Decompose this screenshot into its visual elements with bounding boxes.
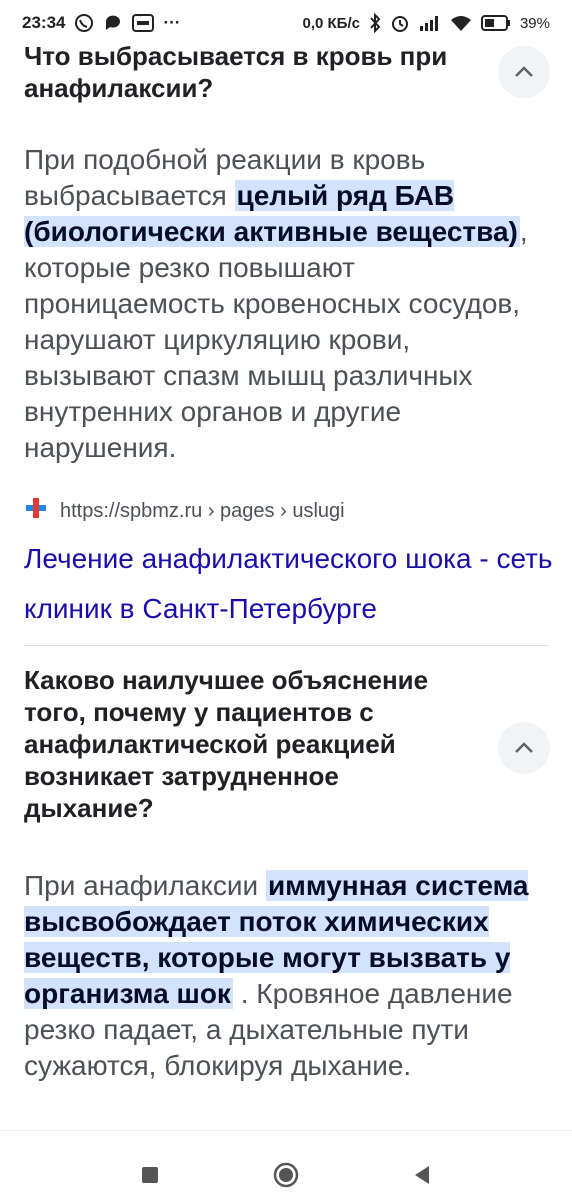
signal-icon	[419, 15, 441, 31]
chevron-up-icon	[515, 66, 533, 77]
battery-icon	[480, 15, 511, 31]
answer-text-pre: При анафилаксии	[24, 870, 266, 901]
home-button[interactable]	[268, 1157, 304, 1193]
viber-icon	[74, 13, 94, 33]
battery-percent: 39%	[519, 14, 550, 32]
source-url: https://spbmz.ru › pages › uslugi	[60, 499, 345, 522]
divider	[0, 1130, 572, 1131]
more-notifications: ···	[163, 13, 181, 32]
divider	[24, 645, 548, 646]
chat-icon	[103, 13, 123, 33]
answer-text: При анафилаксии иммунная система высвобо…	[24, 868, 544, 1084]
site-favicon-icon	[24, 496, 48, 526]
navigation-bar	[0, 1150, 572, 1200]
recent-apps-button[interactable]	[132, 1157, 168, 1193]
network-speed: 0,0 КБ/с	[302, 14, 360, 32]
question-title[interactable]: Что выбрасывается в кровь при анафилакси…	[24, 40, 464, 104]
status-time: 23:34	[22, 13, 66, 32]
answer-text-post: , которые резко повышают проницаемость к…	[24, 216, 528, 463]
recent-apps-icon	[142, 1167, 158, 1183]
wifi-icon	[450, 14, 472, 32]
alarm-icon	[390, 13, 410, 33]
collapse-button[interactable]	[498, 46, 550, 98]
chevron-up-icon	[515, 742, 533, 753]
source-title-link[interactable]: Лечение анафилактического шока - сеть кл…	[24, 534, 554, 634]
collapse-button[interactable]	[498, 722, 550, 774]
answer-text: При подобной реакции в кровь выбрасывает…	[24, 142, 544, 466]
bluetooth-icon	[369, 13, 381, 33]
question-title[interactable]: Каково наилучшее объяснение того, почему…	[24, 664, 464, 824]
back-button[interactable]	[404, 1157, 440, 1193]
back-icon	[415, 1166, 429, 1184]
source-row[interactable]: https://spbmz.ru › pages › uslugi	[24, 496, 345, 526]
message-icon	[132, 14, 155, 32]
home-icon	[273, 1162, 299, 1188]
